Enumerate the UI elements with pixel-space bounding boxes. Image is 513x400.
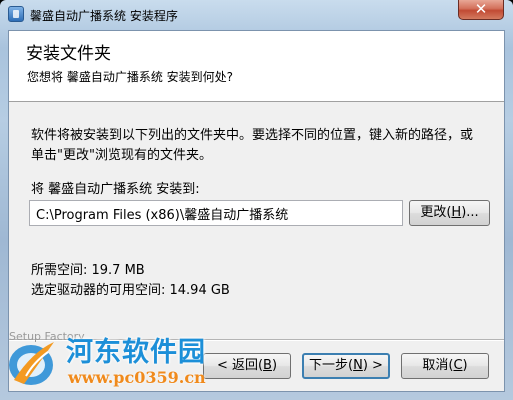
install-path-input[interactable] <box>29 200 403 226</box>
window-title: 馨盛自动广播系统 安装程序 <box>30 9 178 23</box>
page-subtitle: 您想将 馨盛自动广播系统 安装到何处? <box>27 70 233 84</box>
installer-icon <box>8 6 24 22</box>
space-required-text: 所需空间: 19.7 MB <box>31 263 145 278</box>
watermark-url: www.pc0359.cn <box>68 368 206 387</box>
change-folder-button[interactable]: 更改(H)... <box>409 200 490 226</box>
cancel-button[interactable]: 取消(C) <box>401 353 489 379</box>
title-bar[interactable]: 馨盛自动广播系统 安装程序 ✕ <box>0 0 513 30</box>
back-button[interactable]: < 返回(B) <box>203 353 291 379</box>
install-folder-label: 将 馨盛自动广播系统 安装到: <box>31 182 200 197</box>
close-icon: ✕ <box>474 0 488 18</box>
space-available-text: 选定驱动器的可用空间: 14.94 GB <box>31 283 230 298</box>
header-panel: 安装文件夹 您想将 馨盛自动广播系统 安装到何处? <box>9 31 504 102</box>
next-button[interactable]: 下一步(N) > <box>302 353 390 379</box>
watermark: 河东软件园 www.pc0359.cn <box>0 328 215 400</box>
watermark-name: 河东软件园 <box>66 337 206 368</box>
page-title: 安装文件夹 <box>26 44 111 64</box>
instruction-text: 软件将被安装到以下列出的文件夹中。要选择不同的位置，键入新的路径，或单击"更改"… <box>31 128 474 163</box>
close-button[interactable]: ✕ <box>458 0 504 20</box>
watermark-logo-icon <box>9 342 54 385</box>
